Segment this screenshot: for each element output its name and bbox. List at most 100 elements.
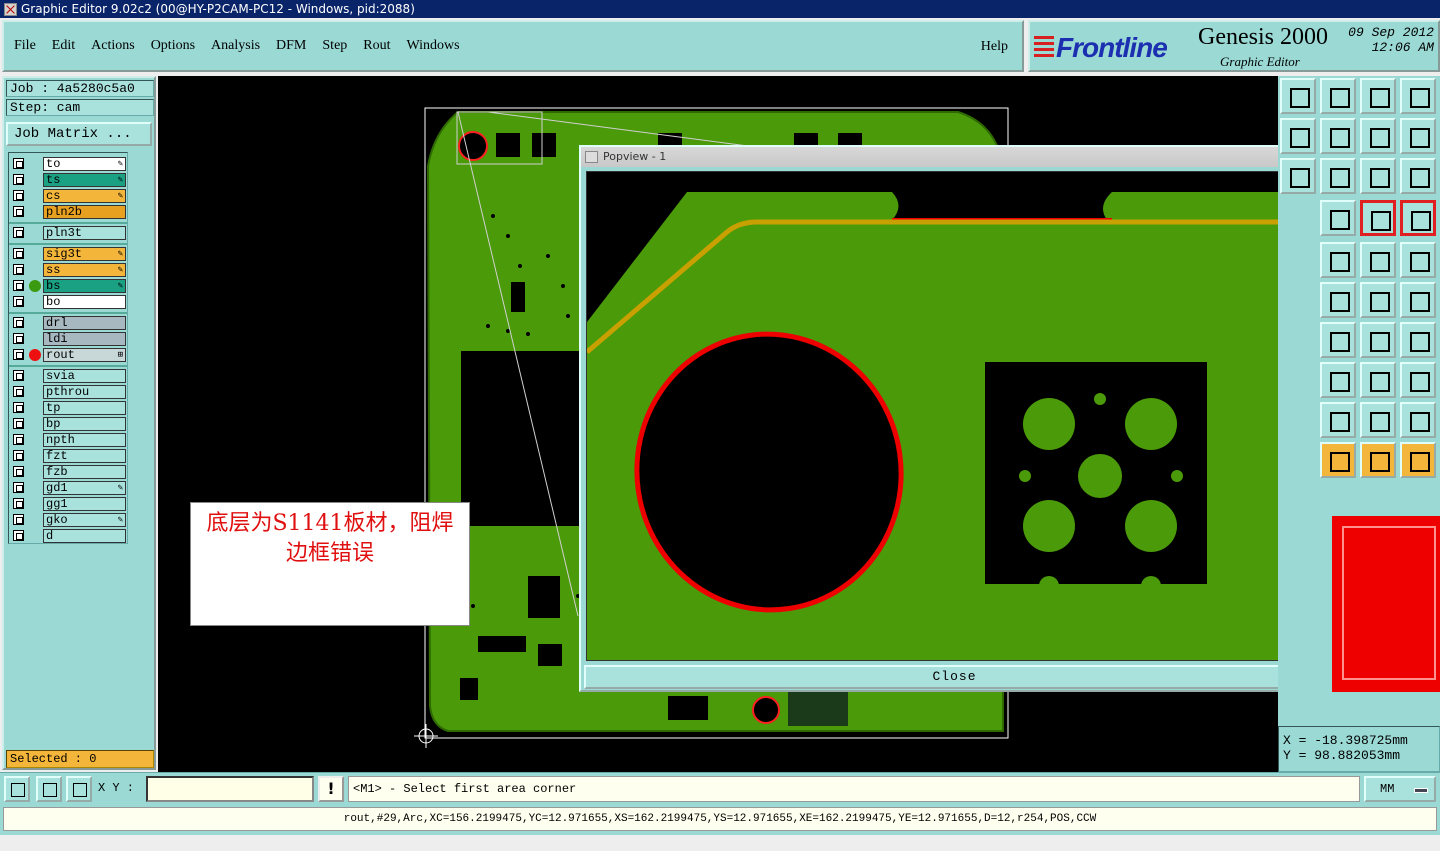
- menu-windows[interactable]: Windows: [407, 38, 460, 54]
- shapes-icon[interactable]: [1400, 362, 1436, 398]
- zoom-area-icon[interactable]: [1280, 158, 1316, 194]
- layer-name[interactable]: fzt: [43, 449, 126, 463]
- polygon-icon[interactable]: [1360, 402, 1396, 438]
- delete-icon[interactable]: [1320, 282, 1356, 318]
- layer-display-checkbox[interactable]: [13, 174, 24, 185]
- layer-display-checkbox[interactable]: [13, 514, 24, 525]
- menu-edit[interactable]: Edit: [52, 38, 75, 54]
- pointer-icon[interactable]: [1360, 442, 1396, 478]
- layer-row-drl[interactable]: drl: [9, 316, 127, 330]
- layer-name[interactable]: gko ✎: [43, 513, 126, 527]
- layer-display-checkbox[interactable]: [13, 482, 24, 493]
- snap-icon[interactable]: [1360, 200, 1396, 236]
- layer-name[interactable]: pln3t: [43, 226, 126, 240]
- resize-icon[interactable]: [1360, 362, 1396, 398]
- copper-icon[interactable]: [1320, 402, 1356, 438]
- layer-row-cs[interactable]: cs ✎: [9, 189, 127, 203]
- layer-display-checkbox[interactable]: [13, 206, 24, 217]
- layer-display-checkbox[interactable]: [13, 280, 24, 291]
- layer-display-checkbox[interactable]: [13, 227, 24, 238]
- popview-canvas[interactable]: [586, 171, 1290, 661]
- layer-row-bs[interactable]: bs ✎: [9, 279, 127, 293]
- menu-options[interactable]: Options: [151, 38, 195, 54]
- layer-row-sig3t[interactable]: sig3t ✎: [9, 247, 127, 261]
- layer-display-checkbox[interactable]: [13, 498, 24, 509]
- measure-point-icon[interactable]: [1400, 282, 1436, 318]
- layer-display-checkbox[interactable]: [13, 349, 24, 360]
- menu-step[interactable]: Step: [322, 38, 347, 54]
- layer-name[interactable]: bo: [43, 295, 126, 309]
- layer-row-pln3t[interactable]: pln3t: [9, 226, 127, 240]
- layer-display-checkbox[interactable]: [13, 434, 24, 445]
- warning-icon[interactable]: !: [318, 776, 344, 802]
- layer-row-fzt[interactable]: fzt: [9, 449, 127, 463]
- layer-name[interactable]: svia: [43, 369, 126, 383]
- layer-row-pthrou[interactable]: pthrou: [9, 385, 127, 399]
- layer-name[interactable]: pthrou: [43, 385, 126, 399]
- grid-toggle-icon[interactable]: [66, 776, 92, 802]
- layer-row-ldi[interactable]: ldi: [9, 332, 127, 346]
- layer-row-svia[interactable]: svia: [9, 369, 127, 383]
- layer-name[interactable]: ts ✎: [43, 173, 126, 187]
- layer-row-d[interactable]: d: [9, 529, 127, 543]
- layer-name[interactable]: sig3t ✎: [43, 247, 126, 261]
- layer-display-checkbox[interactable]: [13, 370, 24, 381]
- layer-display-checkbox[interactable]: [13, 418, 24, 429]
- menu-dfm[interactable]: DFM: [276, 38, 306, 54]
- layer-display-checkbox[interactable]: [13, 333, 24, 344]
- move-icon[interactable]: [1320, 158, 1356, 194]
- layer-display-checkbox[interactable]: [13, 317, 24, 328]
- layer-row-gko[interactable]: gko ✎: [9, 513, 127, 527]
- route-icon[interactable]: [1400, 442, 1436, 478]
- layer-name[interactable]: to ✎: [43, 157, 126, 171]
- house-icon[interactable]: [1360, 78, 1396, 114]
- grid-icon[interactable]: [1320, 200, 1356, 236]
- layer-name[interactable]: fzb: [43, 465, 126, 479]
- layer-name[interactable]: tp: [43, 401, 126, 415]
- layer-display-checkbox[interactable]: [13, 264, 24, 275]
- popview-close-button[interactable]: Close: [584, 665, 1325, 689]
- select-icon[interactable]: [1320, 242, 1356, 278]
- symbol-icon[interactable]: [1400, 322, 1436, 358]
- popview-zoom-view[interactable]: [587, 172, 1290, 661]
- layer-row-ss[interactable]: ss ✎: [9, 263, 127, 277]
- layer-display-checkbox[interactable]: [13, 248, 24, 259]
- layer-name[interactable]: pln2b: [43, 205, 126, 219]
- zoom-box-icon[interactable]: [4, 776, 30, 802]
- snap-center-icon[interactable]: [1400, 200, 1436, 236]
- ruler-icon[interactable]: [1360, 242, 1396, 278]
- layer-name[interactable]: gd1 ✎: [43, 481, 126, 495]
- menu-file[interactable]: File: [14, 38, 36, 54]
- layer-row-to[interactable]: to ✎: [9, 157, 127, 171]
- layer-row-pln2b[interactable]: pln2b: [9, 205, 127, 219]
- layer-row-rout[interactable]: rout ⊞: [9, 348, 127, 362]
- layer-name[interactable]: bp: [43, 417, 126, 431]
- window-split-icon[interactable]: [1400, 78, 1436, 114]
- layer-name[interactable]: ss ✎: [43, 263, 126, 277]
- layer-display-checkbox[interactable]: [13, 386, 24, 397]
- layer-row-gd1[interactable]: gd1 ✎: [9, 481, 127, 495]
- redraw-icon[interactable]: [1360, 118, 1396, 154]
- cursor-icon[interactable]: [1320, 442, 1356, 478]
- menu-rout[interactable]: Rout: [363, 38, 390, 54]
- layer-row-bp[interactable]: bp: [9, 417, 127, 431]
- zoom-home-icon[interactable]: [1320, 78, 1356, 114]
- home-view-icon[interactable]: [1280, 78, 1316, 114]
- menu-help[interactable]: Help: [981, 39, 1008, 55]
- layer-display-checkbox[interactable]: [13, 158, 24, 169]
- layer-name[interactable]: rout ⊞: [43, 348, 126, 362]
- layer-row-tp[interactable]: tp: [9, 401, 127, 415]
- layer-name[interactable]: cs ✎: [43, 189, 126, 203]
- layer-display-checkbox[interactable]: [13, 450, 24, 461]
- layer-display-checkbox[interactable]: [13, 402, 24, 413]
- arc-icon[interactable]: [1360, 322, 1396, 358]
- refresh-icon[interactable]: [1400, 118, 1436, 154]
- layer-name[interactable]: npth: [43, 433, 126, 447]
- layer-name[interactable]: d: [43, 529, 126, 543]
- layer-name[interactable]: ldi: [43, 332, 126, 346]
- layer-display-checkbox[interactable]: [13, 466, 24, 477]
- layer-row-gg1[interactable]: gg1: [9, 497, 127, 511]
- layer-display-checkbox[interactable]: [13, 190, 24, 201]
- line-icon[interactable]: [1320, 322, 1356, 358]
- polygon-edit-icon[interactable]: [1400, 402, 1436, 438]
